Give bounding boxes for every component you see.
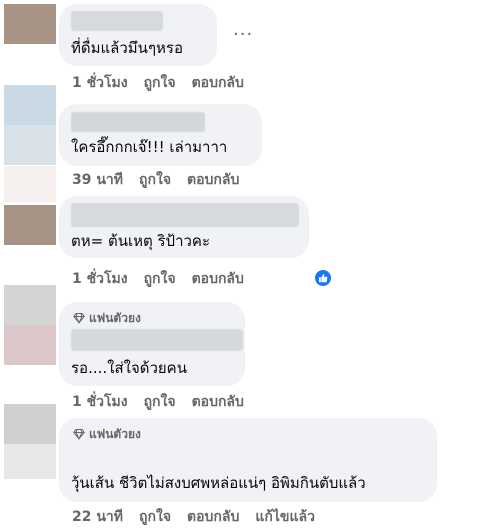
top-fan-badge[interactable]: แฟนตัวยง — [73, 310, 141, 326]
avatar[interactable] — [4, 85, 56, 165]
comment-text: ที่ดื่มแล้วมึนๆหรอ — [71, 39, 183, 57]
badge-label: แฟนตัวยง — [89, 311, 141, 325]
reply-button[interactable]: ตอบกลับ — [192, 268, 244, 290]
edited-label[interactable]: แก้ไขแล้ว — [255, 506, 315, 528]
avatar[interactable] — [4, 285, 56, 365]
like-button[interactable]: ถูกใจ — [144, 391, 176, 413]
diamond-icon — [73, 313, 85, 324]
comment-bubble: ที่ดื่มแล้วมึนๆหรอ — [59, 4, 217, 66]
like-button[interactable]: ถูกใจ — [144, 72, 176, 94]
comment-actions: 22 นาที ถูกใจ ตอบกลับ แก้ไขแล้ว — [72, 506, 315, 528]
diamond-icon — [73, 429, 85, 440]
reply-button[interactable]: ตอบกลับ — [187, 169, 239, 191]
comment-actions: 1 ชั่วโมง ถูกใจ ตอบกลับ — [72, 268, 244, 290]
comment-text: ตห= ต้นเหตุ ริป้าวคะ — [71, 232, 210, 250]
timestamp[interactable]: 22 นาที — [72, 506, 123, 528]
comment-text: วุ้นเส้น ชีวิตไม่สงบศพหล่อแน่ๆ อิพิมกินต… — [71, 474, 366, 492]
like-button[interactable]: ถูกใจ — [139, 169, 171, 191]
timestamp[interactable]: 1 ชั่วโมง — [72, 268, 128, 290]
comment-bubble: แฟนตัวยง รอ....ใส่ใจด้วยคน — [59, 302, 245, 386]
comment-actions: 1 ชั่วโมง ถูกใจ ตอบกลับ — [72, 72, 244, 94]
avatar[interactable] — [4, 4, 56, 44]
author-name[interactable] — [71, 112, 205, 132]
avatar-fragment — [4, 166, 56, 202]
comment-bubble: ตห= ต้นเหตุ ริป้าวคะ — [59, 196, 309, 258]
avatar[interactable] — [4, 404, 56, 479]
timestamp[interactable]: 1 ชั่วโมง — [72, 72, 128, 94]
avatar[interactable] — [4, 205, 56, 245]
comment-text: ใครอึ๊กกกเจ๊!!! เล่ามาาา — [71, 138, 228, 156]
badge-label: แฟนตัวยง — [89, 427, 141, 441]
comment-actions: 1 ชั่วโมง ถูกใจ ตอบกลับ — [72, 391, 244, 413]
more-options-icon[interactable]: ··· — [233, 26, 253, 44]
comment-text: รอ....ใส่ใจด้วยคน — [71, 359, 187, 377]
reply-button[interactable]: ตอบกลับ — [192, 72, 244, 94]
top-fan-badge[interactable]: แฟนตัวยง — [73, 426, 141, 442]
like-reaction-icon[interactable] — [313, 268, 333, 288]
reply-button[interactable]: ตอบกลับ — [187, 506, 239, 528]
timestamp[interactable]: 1 ชั่วโมง — [72, 391, 128, 413]
author-name[interactable] — [71, 329, 243, 351]
like-button[interactable]: ถูกใจ — [139, 506, 171, 528]
reply-button[interactable]: ตอบกลับ — [192, 391, 244, 413]
author-name[interactable] — [71, 203, 299, 227]
comment-bubble: ใครอึ๊กกกเจ๊!!! เล่ามาาา — [59, 104, 262, 166]
comment-bubble: แฟนตัวยง วุ้นเส้น ชีวิตไม่สงบศพหล่อแน่ๆ … — [59, 418, 437, 502]
like-button[interactable]: ถูกใจ — [144, 268, 176, 290]
author-name[interactable] — [71, 11, 163, 31]
comment-actions: 39 นาที ถูกใจ ตอบกลับ — [72, 169, 239, 191]
timestamp[interactable]: 39 นาที — [72, 169, 123, 191]
